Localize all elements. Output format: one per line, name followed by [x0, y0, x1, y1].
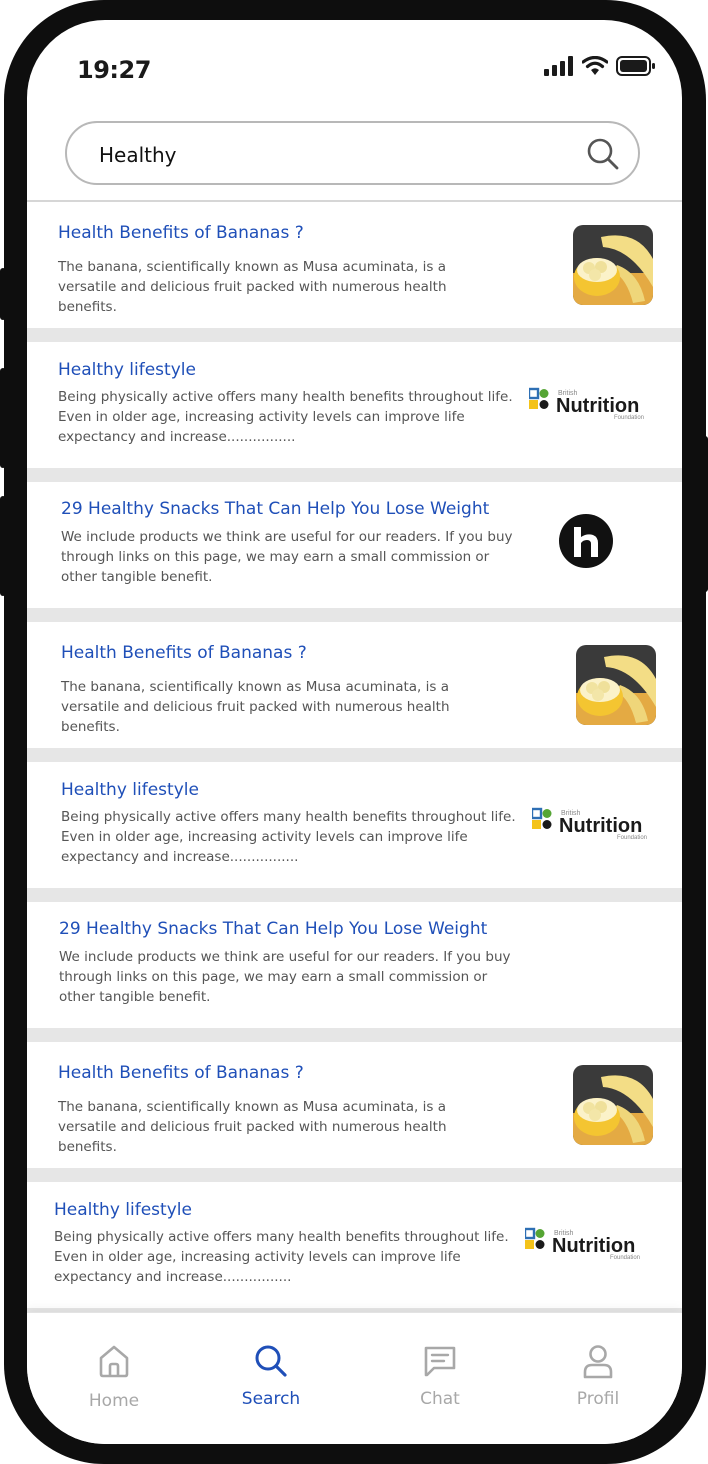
logo-text-nutrition: Nutrition — [552, 1235, 635, 1257]
home-icon — [99, 1345, 129, 1378]
banana-thumbnail — [576, 645, 656, 725]
result-description: Being physically active offers many heal… — [58, 389, 513, 445]
british-nutrition-foundation-logo: British Nutrition Foundation — [527, 386, 649, 426]
result-title[interactable]: Healthy lifestyle — [61, 780, 199, 800]
healthline-logo — [558, 513, 614, 569]
list-item[interactable]: Healthy lifestyle Being physically activ… — [27, 762, 682, 902]
list-item[interactable]: Health Benefits of Bananas ? The banana,… — [27, 1042, 682, 1182]
result-title[interactable]: 29 Healthy Snacks That Can Help You Lose… — [59, 919, 487, 939]
side-button — [0, 496, 6, 596]
result-title[interactable]: Health Benefits of Bananas ? — [58, 1063, 304, 1083]
search-bar[interactable]: Healthy — [65, 121, 640, 185]
results-list: Health Benefits of Bananas ? The banana,… — [27, 202, 682, 1322]
list-item[interactable]: Health Benefits of Bananas ? The banana,… — [27, 622, 682, 762]
list-item[interactable]: Health Benefits of Bananas ? The banana,… — [27, 202, 682, 342]
list-item[interactable]: Healthy lifestyle Being physically activ… — [27, 1182, 682, 1322]
logo-text-foundation: Foundation — [610, 1255, 640, 1261]
search-input[interactable]: Healthy — [99, 143, 177, 167]
logo-text-nutrition: Nutrition — [556, 395, 639, 417]
tab-home-label: Home — [88, 1391, 140, 1411]
logo-text-foundation: Foundation — [614, 415, 644, 421]
result-description: The banana, scientifically known as Musa… — [61, 679, 450, 735]
side-button — [0, 268, 6, 320]
result-title[interactable]: 29 Healthy Snacks That Can Help You Lose… — [61, 499, 489, 519]
search-icon[interactable] — [586, 137, 620, 171]
logo-text-nutrition: Nutrition — [559, 815, 642, 837]
banana-thumbnail — [573, 1065, 653, 1145]
list-item[interactable]: Healthy lifestyle Being physically activ… — [27, 342, 682, 482]
status-time: 19:27 — [77, 56, 151, 84]
tab-chat[interactable]: Chat — [380, 1313, 500, 1423]
wifi-icon — [582, 56, 608, 75]
british-nutrition-foundation-logo: British Nutrition Foundation — [523, 1226, 645, 1266]
result-description: We include products we think are useful … — [61, 529, 513, 585]
tab-search[interactable]: Search — [211, 1313, 331, 1423]
result-description: We include products we think are useful … — [59, 949, 511, 1005]
bottom-tab-bar: Home Search Chat Profil — [27, 1312, 682, 1444]
british-nutrition-foundation-logo: British Nutrition Foundation — [530, 806, 652, 846]
tab-chat-label: Chat — [420, 1389, 460, 1409]
list-item[interactable]: 29 Healthy Snacks That Can Help You Lose… — [27, 482, 682, 622]
app-screen: 19:27 Healthy Health Benefits of Bananas… — [27, 20, 682, 1444]
tab-profile[interactable]: Profil — [538, 1313, 658, 1423]
tab-search-label: Search — [241, 1389, 301, 1409]
battery-icon — [616, 56, 655, 76]
tab-home[interactable]: Home — [54, 1313, 174, 1423]
result-description: Being physically active offers many heal… — [61, 809, 516, 865]
status-icons — [544, 56, 656, 76]
tab-profile-label: Profil — [576, 1389, 620, 1409]
result-description: The banana, scientifically known as Musa… — [58, 1099, 447, 1155]
profile-icon — [583, 1345, 613, 1379]
banana-thumbnail — [573, 225, 653, 305]
cellular-signal-icon — [544, 56, 573, 76]
result-title[interactable]: Healthy lifestyle — [54, 1200, 192, 1220]
result-title[interactable]: Health Benefits of Bananas ? — [58, 223, 304, 243]
list-item[interactable]: 29 Healthy Snacks That Can Help You Lose… — [27, 902, 682, 1042]
result-description: Being physically active offers many heal… — [54, 1229, 509, 1285]
chat-icon — [424, 1346, 456, 1377]
result-title[interactable]: Healthy lifestyle — [58, 360, 196, 380]
search-icon — [255, 1345, 287, 1377]
logo-text-foundation: Foundation — [617, 835, 647, 841]
result-description: The banana, scientifically known as Musa… — [58, 259, 447, 315]
side-button — [702, 436, 708, 592]
side-button — [0, 368, 6, 468]
result-title[interactable]: Health Benefits of Bananas ? — [61, 643, 307, 663]
